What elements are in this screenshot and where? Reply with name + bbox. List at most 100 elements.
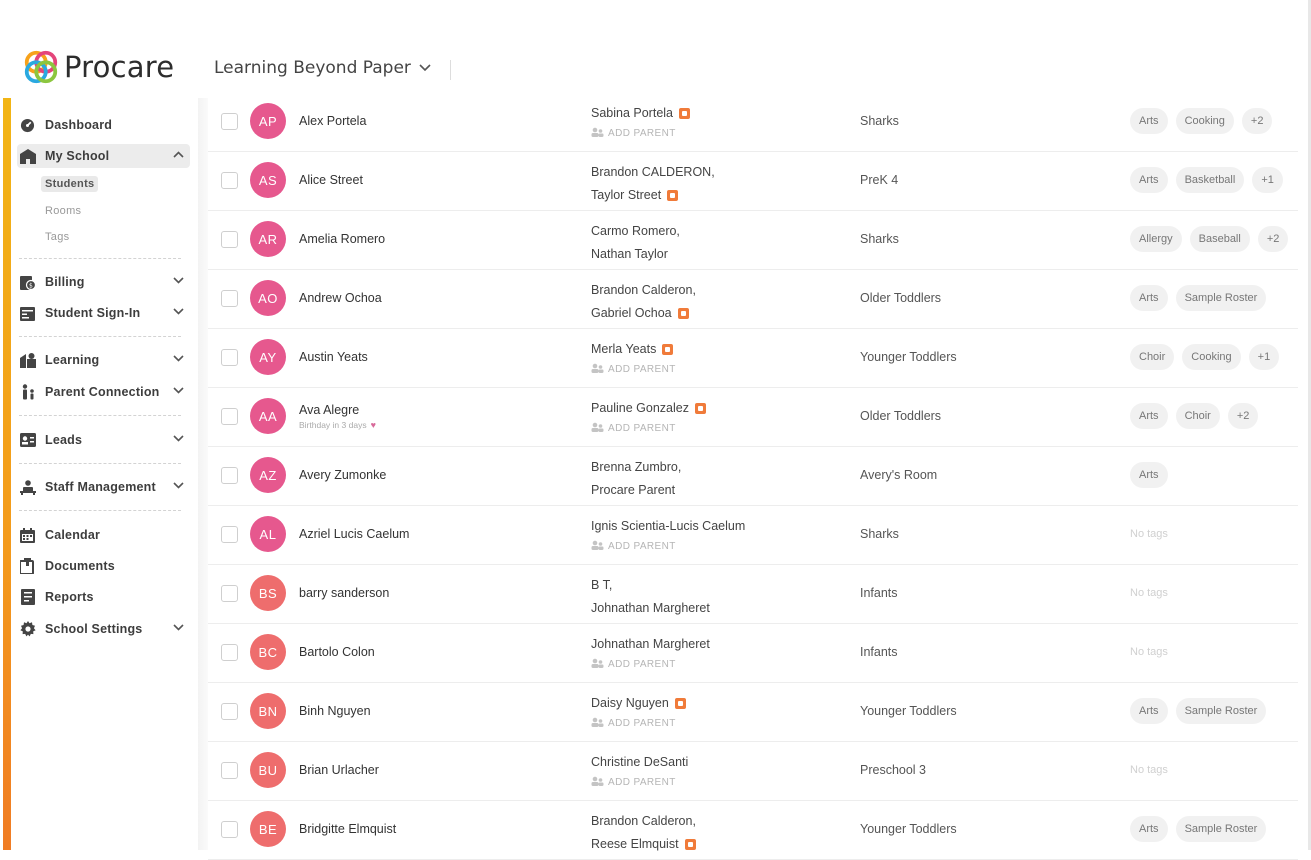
- sidebar-item-learning[interactable]: Learning: [17, 348, 190, 372]
- sidebar-item-dashboard[interactable]: Dashboard: [17, 113, 190, 137]
- parent-name[interactable]: Nathan Taylor: [591, 247, 668, 261]
- student-name[interactable]: Andrew Ochoa: [299, 291, 382, 305]
- sidebar-subitem-rooms[interactable]: Rooms: [41, 203, 85, 219]
- table-row[interactable]: AP Alex Portela Sabina Portela ADD PARENT Sh…: [208, 92, 1298, 152]
- parent-name[interactable]: Reese Elmquist: [591, 837, 696, 851]
- parent-name[interactable]: B T,: [591, 578, 612, 592]
- tag-chip[interactable]: Arts: [1130, 816, 1168, 842]
- table-row[interactable]: AL Azriel Lucis Caelum Ignis Scientia-Luci…: [208, 505, 1298, 565]
- table-row[interactable]: BN Binh Nguyen Daisy Nguyen ADD PARENT Young…: [208, 682, 1298, 742]
- table-row[interactable]: AR Amelia Romero Carmo Romero, Nathan Taylo…: [208, 210, 1298, 270]
- add-parent-link[interactable]: ADD PARENT: [591, 658, 676, 671]
- more-tags-badge[interactable]: +2: [1241, 108, 1273, 134]
- tag-chip[interactable]: Sample Roster: [1175, 698, 1267, 724]
- tag-chip[interactable]: Choir: [1175, 403, 1220, 429]
- sidebar-subitem-students[interactable]: Students: [41, 176, 99, 192]
- tag-chip[interactable]: Arts: [1130, 403, 1168, 429]
- tag-chip[interactable]: Arts: [1130, 698, 1168, 724]
- sidebar-item-staff-management[interactable]: Staff Management: [17, 475, 190, 499]
- table-row[interactable]: AY Austin Yeats Merla Yeats ADD PARENT Young…: [208, 328, 1298, 388]
- parent-name[interactable]: Sabina Portela: [591, 106, 691, 120]
- add-parent-link[interactable]: ADD PARENT: [591, 540, 676, 553]
- tag-chip[interactable]: Arts: [1130, 285, 1168, 311]
- row-checkbox[interactable]: [221, 113, 238, 130]
- student-name[interactable]: Azriel Lucis Caelum: [299, 527, 409, 541]
- row-checkbox[interactable]: [221, 172, 238, 189]
- row-checkbox[interactable]: [221, 585, 238, 602]
- sidebar-item-school-settings[interactable]: School Settings: [17, 617, 190, 641]
- parent-name[interactable]: Merla Yeats: [591, 342, 674, 356]
- parent-name[interactable]: Procare Parent: [591, 483, 675, 497]
- sidebar-item-parent-connection[interactable]: Parent Connection: [17, 380, 190, 404]
- table-row[interactable]: BU Brian Urlacher Christine DeSanti ADD PAR…: [208, 741, 1298, 801]
- procare-logo[interactable]: Procare: [22, 48, 174, 86]
- more-tags-badge[interactable]: +2: [1227, 403, 1259, 429]
- school-selector[interactable]: Learning Beyond Paper: [214, 58, 431, 78]
- student-name[interactable]: Bridgitte Elmquist: [299, 822, 396, 836]
- sidebar-subitem-tags[interactable]: Tags: [41, 229, 73, 245]
- parent-name[interactable]: Pauline Gonzalez: [591, 401, 706, 415]
- student-name[interactable]: Binh Nguyen: [299, 704, 371, 718]
- row-checkbox[interactable]: [221, 290, 238, 307]
- tag-chip[interactable]: Sample Roster: [1175, 285, 1267, 311]
- sidebar-item-leads[interactable]: Leads: [17, 428, 190, 452]
- parent-name[interactable]: Johnathan Margheret: [591, 601, 710, 615]
- tag-chip[interactable]: Choir: [1130, 344, 1175, 370]
- row-checkbox[interactable]: [221, 821, 238, 838]
- add-parent-link[interactable]: ADD PARENT: [591, 363, 676, 376]
- student-name[interactable]: Bartolo Colon: [299, 645, 375, 659]
- sidebar-item-reports[interactable]: Reports: [17, 585, 190, 609]
- sidebar-item-documents[interactable]: Documents: [17, 554, 190, 578]
- parent-name[interactable]: Brandon Calderon,: [591, 814, 696, 828]
- row-checkbox[interactable]: [221, 467, 238, 484]
- row-checkbox[interactable]: [221, 644, 238, 661]
- parent-name[interactable]: Brenna Zumbro,: [591, 460, 681, 474]
- table-row[interactable]: AS Alice Street Brandon CALDERON, Taylor St…: [208, 151, 1298, 211]
- tag-chip[interactable]: Cooking: [1175, 108, 1234, 134]
- row-checkbox[interactable]: [221, 703, 238, 720]
- parent-name[interactable]: Carmo Romero,: [591, 224, 680, 238]
- parent-name[interactable]: Brandon Calderon,: [591, 283, 696, 297]
- parent-name[interactable]: Taylor Street: [591, 188, 679, 202]
- parent-name[interactable]: Daisy Nguyen: [591, 696, 686, 710]
- tag-chip[interactable]: Sample Roster: [1175, 816, 1267, 842]
- tag-chip[interactable]: Allergy: [1130, 226, 1182, 252]
- student-name[interactable]: Brian Urlacher: [299, 763, 379, 777]
- row-checkbox[interactable]: [221, 762, 238, 779]
- add-parent-link[interactable]: ADD PARENT: [591, 422, 676, 435]
- tag-chip[interactable]: Cooking: [1182, 344, 1241, 370]
- table-row[interactable]: BS barry sanderson B T, Johnathan Margheret…: [208, 564, 1298, 624]
- row-checkbox[interactable]: [221, 231, 238, 248]
- student-name[interactable]: Amelia Romero: [299, 232, 385, 246]
- parent-name[interactable]: Christine DeSanti: [591, 755, 688, 769]
- tag-chip[interactable]: Arts: [1130, 108, 1168, 134]
- add-parent-link[interactable]: ADD PARENT: [591, 717, 676, 730]
- table-row[interactable]: BC Bartolo Colon Johnathan Margheret ADD PA…: [208, 623, 1298, 683]
- tag-chip[interactable]: Basketball: [1175, 167, 1245, 193]
- parent-name[interactable]: Johnathan Margheret: [591, 637, 710, 651]
- row-checkbox[interactable]: [221, 408, 238, 425]
- student-name[interactable]: Alex Portela: [299, 114, 366, 128]
- sidebar-item-billing[interactable]: $ Billing: [17, 270, 190, 294]
- table-row[interactable]: AZ Avery Zumonke Brenna Zumbro, Procare Par…: [208, 446, 1298, 506]
- add-parent-link[interactable]: ADD PARENT: [591, 127, 676, 140]
- more-tags-badge[interactable]: +1: [1252, 167, 1283, 193]
- row-checkbox[interactable]: [221, 349, 238, 366]
- sidebar-item-calendar[interactable]: Calendar: [17, 523, 190, 547]
- student-name[interactable]: Avery Zumonke: [299, 468, 386, 482]
- student-name[interactable]: Austin Yeats: [299, 350, 368, 364]
- add-parent-link[interactable]: ADD PARENT: [591, 776, 676, 789]
- row-checkbox[interactable]: [221, 526, 238, 543]
- sidebar-item-student-sign-in[interactable]: Student Sign-In: [17, 301, 190, 325]
- parent-name[interactable]: Brandon CALDERON,: [591, 165, 715, 179]
- tag-chip[interactable]: Arts: [1130, 462, 1168, 488]
- parent-name[interactable]: Gabriel Ochoa: [591, 306, 689, 320]
- sidebar-item-my-school[interactable]: My School: [17, 144, 190, 168]
- table-row[interactable]: BE Bridgitte Elmquist Brandon Calderon, Ree…: [208, 800, 1298, 860]
- student-name[interactable]: Alice Street: [299, 173, 363, 187]
- more-tags-badge[interactable]: +1: [1248, 344, 1280, 370]
- parent-name[interactable]: Ignis Scientia-Lucis Caelum: [591, 519, 745, 533]
- tag-chip[interactable]: Arts: [1130, 167, 1168, 193]
- table-row[interactable]: AO Andrew Ochoa Brandon Calderon, Gabriel O…: [208, 269, 1298, 329]
- table-row[interactable]: AA Ava Alegre Birthday in 3 days ♥ Pauline G…: [208, 387, 1298, 447]
